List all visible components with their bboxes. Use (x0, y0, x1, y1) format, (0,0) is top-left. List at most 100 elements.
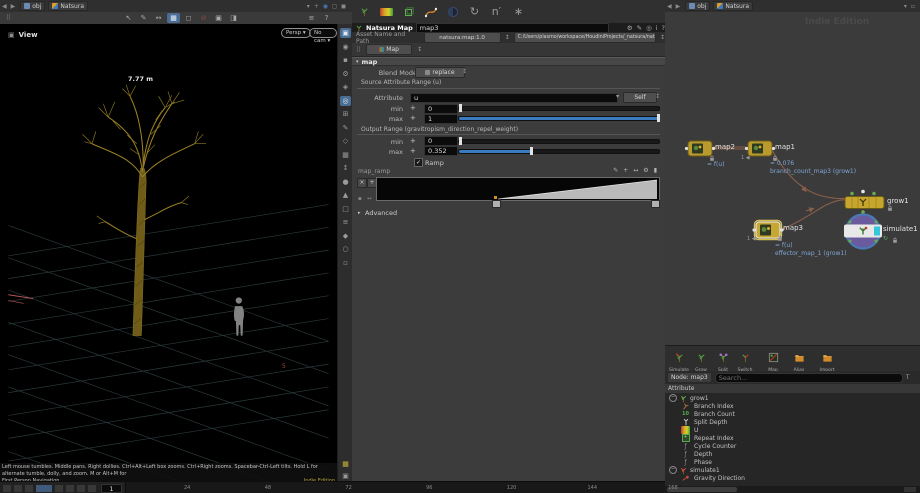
version-stepper[interactable]: ↕ (505, 34, 510, 41)
playback-button-2[interactable] (24, 484, 34, 493)
n-prime-icon[interactable]: n′ (489, 4, 504, 19)
light-icon[interactable]: ▲ (340, 190, 351, 200)
globe-icon[interactable]: ◉ (323, 3, 328, 10)
attr-item-branch-count[interactable]: 10 Branch Count (665, 410, 920, 418)
collapse-toggle-icon[interactable]: − (669, 394, 677, 402)
ramp-gear-icon[interactable]: ⚙ (643, 167, 648, 174)
brush-icon[interactable]: ✎ (637, 24, 642, 32)
attr-item-repeat-index[interactable]: + Repeat Index (665, 434, 920, 442)
view-label[interactable]: View (19, 31, 38, 39)
menu-icon[interactable]: ≡ (340, 217, 351, 227)
reference-plane-icon[interactable]: ◈ (340, 82, 351, 92)
info-icon[interactable]: i (656, 24, 658, 32)
breadcrumb-obj[interactable]: obj (20, 1, 45, 11)
attr-item-depth[interactable]: ƒ Depth (665, 450, 920, 458)
breadcrumb-natsura[interactable]: Natsura (48, 1, 88, 11)
shelf-tool-split[interactable]: Split (712, 348, 734, 373)
ramp-del-point-button[interactable]: × (357, 178, 367, 188)
attr-item-cycle-counter[interactable]: ƒ Cycle Counter (665, 442, 920, 450)
sphere-icon[interactable] (445, 4, 460, 19)
playback-button-4[interactable] (54, 484, 64, 493)
src-min-slider-handle[interactable] (459, 104, 462, 112)
nav-forward-icon[interactable]: ▶ (11, 3, 16, 10)
shelf-tool-switch[interactable]: Switch (734, 348, 756, 373)
ramp-mini-button-2[interactable]: ↔ (367, 196, 372, 202)
attribute-field[interactable]: u (410, 93, 618, 103)
pencil-edit-icon[interactable]: ✎ (340, 123, 351, 133)
out-min-slider-handle[interactable] (459, 137, 462, 145)
attribute-dropdown-icon[interactable]: ▾ (616, 93, 619, 100)
src-max-slider[interactable] (458, 116, 660, 121)
mirror-icon[interactable]: ◇ (340, 136, 351, 146)
src-max-slider-handle[interactable] (657, 114, 660, 122)
playback-button-7[interactable] (87, 484, 97, 493)
move-tool-icon[interactable]: ↔ (152, 13, 165, 23)
node-grow1-label[interactable]: grow1 (887, 197, 909, 205)
net-nav-forward-icon[interactable]: ▶ (676, 3, 681, 10)
pin-icon[interactable]: + (314, 3, 319, 10)
layout-select-icon[interactable]: ▣ (340, 28, 351, 38)
tab-map[interactable]: Map (366, 44, 412, 55)
select-tool-icon[interactable]: ↖ (122, 13, 135, 23)
src-max-key-icon[interactable]: + (410, 114, 416, 122)
attr-item-split-depth[interactable]: Split Depth (665, 418, 920, 426)
attr-scrollbar-track[interactable] (665, 486, 920, 493)
net-breadcrumb-obj[interactable]: obj (685, 1, 710, 11)
nav-back-icon[interactable]: ◀ (2, 3, 7, 10)
attr-group-simulate1[interactable]: − simulate1 (665, 466, 920, 474)
node-map1-label[interactable]: map1 (775, 143, 795, 151)
blend-stepper[interactable]: ↕ (462, 68, 467, 75)
wireframe-view-icon[interactable]: ◨ (227, 13, 240, 23)
timeline[interactable]: 24487296120144168 (0, 481, 665, 493)
tab-stepper[interactable]: ↕ (417, 46, 422, 53)
wire-cube-icon[interactable] (401, 4, 416, 19)
lock-view-icon[interactable]: ◉ (340, 42, 351, 52)
timeline-ruler[interactable]: 24487296120144168 (125, 482, 665, 493)
out-max-field[interactable]: 0.352 (424, 146, 458, 156)
out-min-slider[interactable] (458, 139, 660, 144)
attr-item-u[interactable]: U (665, 426, 920, 434)
ramp-add-icon[interactable]: + (623, 167, 628, 174)
settings-flower-icon[interactable]: ∗ (511, 4, 526, 19)
shaded-view-icon[interactable]: ▣ (212, 13, 225, 23)
collapse-toggle-icon[interactable]: − (669, 466, 677, 474)
viewport[interactable]: ▣ View Persp ▾ No cam ▾ 7.77 m 5 Left mo… (0, 24, 337, 481)
ramp-graph[interactable] (376, 177, 660, 201)
net-pane-icon[interactable]: ▫ (911, 3, 915, 10)
node-name-field[interactable] (416, 23, 609, 33)
ramp-mini-button-1[interactable]: ▪ (358, 196, 362, 202)
out-min-field[interactable]: 0 (424, 136, 458, 146)
playback-button-0[interactable] (2, 484, 12, 493)
natsura-tree-icon[interactable] (357, 4, 372, 19)
playback-button-5[interactable] (65, 484, 75, 493)
snap-tool-icon[interactable]: ▦ (167, 13, 180, 23)
net-nav-back-icon[interactable]: ◀ (667, 3, 672, 10)
view-menu-icon[interactable]: ▣ (8, 31, 15, 39)
out-max-slider-handle[interactable] (530, 147, 533, 155)
ramp-checkbox[interactable]: ✓ (414, 158, 423, 167)
node-simulate1-label[interactable]: simulate1 (883, 225, 918, 233)
pane-max-icon[interactable]: ◼ (341, 3, 346, 10)
magnet-snap-icon[interactable]: ⊞ (340, 109, 351, 119)
tab-drag-handle[interactable]: ⠿ (356, 46, 361, 54)
out-min-key-icon[interactable]: + (410, 137, 416, 145)
advanced-section-label[interactable]: Advanced (365, 209, 397, 217)
current-frame-field[interactable] (101, 484, 122, 493)
net-breadcrumb-natsura[interactable]: Natsura (713, 1, 753, 11)
toolbar-drag-handle[interactable]: ⠿ (2, 13, 15, 23)
recook-icon[interactable]: ↻ (467, 4, 482, 19)
playback-button-3[interactable] (35, 484, 53, 493)
view-pivot-icon[interactable]: ● (340, 177, 351, 187)
recook-flag-icon[interactable]: ↻ (883, 235, 888, 242)
gear-icon[interactable]: ⚙ (627, 24, 633, 32)
diamond-marker-icon[interactable]: ◆ (340, 231, 351, 241)
attribute-scope-select[interactable]: Self (623, 92, 657, 103)
ramp-bars-icon[interactable]: ▮ (654, 167, 657, 174)
render-region-icon[interactable]: ⊘ (197, 13, 210, 23)
playback-button-1[interactable] (13, 484, 23, 493)
out-max-slider[interactable] (458, 149, 660, 154)
gear-icon[interactable]: ⚙ (340, 69, 351, 79)
ramp-handle-1[interactable] (492, 200, 501, 208)
camera-view-icon[interactable]: □ (340, 204, 351, 214)
curve-icon[interactable] (423, 4, 438, 19)
